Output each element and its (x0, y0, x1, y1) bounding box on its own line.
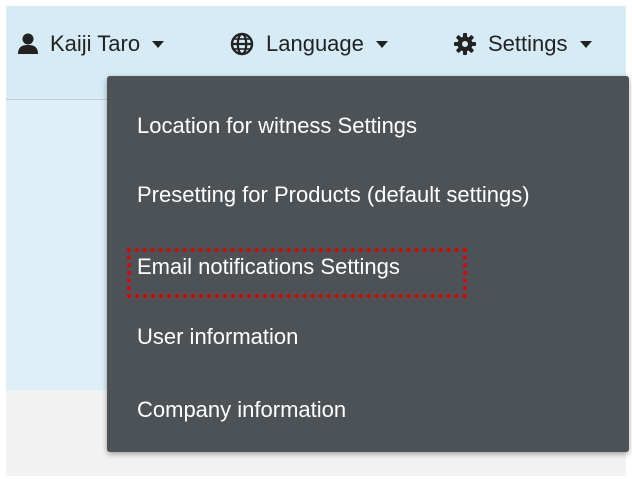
chevron-down-icon (579, 40, 592, 48)
menu-item-user-information[interactable]: User information (137, 317, 298, 357)
user-menu[interactable]: Kaiji Taro (18, 28, 165, 60)
menu-item-presetting-for-products[interactable]: Presetting for Products (default setting… (137, 175, 530, 215)
chevron-down-icon (152, 40, 165, 48)
settings-menu[interactable]: Settings (454, 28, 592, 60)
language-menu[interactable]: Language (230, 28, 388, 60)
menu-item-location-for-witness-settings[interactable]: Location for witness Settings (137, 106, 417, 146)
app-window: Kaiji Taro Language Settings Location fo… (6, 6, 629, 476)
gear-icon (454, 33, 476, 55)
settings-label: Settings (488, 31, 568, 56)
language-label: Language (266, 31, 364, 56)
user-name: Kaiji Taro (50, 31, 141, 56)
user-icon (18, 33, 38, 55)
highlight-annotation (127, 248, 467, 298)
globe-icon (230, 32, 254, 56)
chevron-down-icon (375, 40, 388, 48)
settings-dropdown-menu: Location for witness Settings Presetting… (107, 76, 629, 452)
menu-item-company-information[interactable]: Company information (137, 390, 346, 430)
